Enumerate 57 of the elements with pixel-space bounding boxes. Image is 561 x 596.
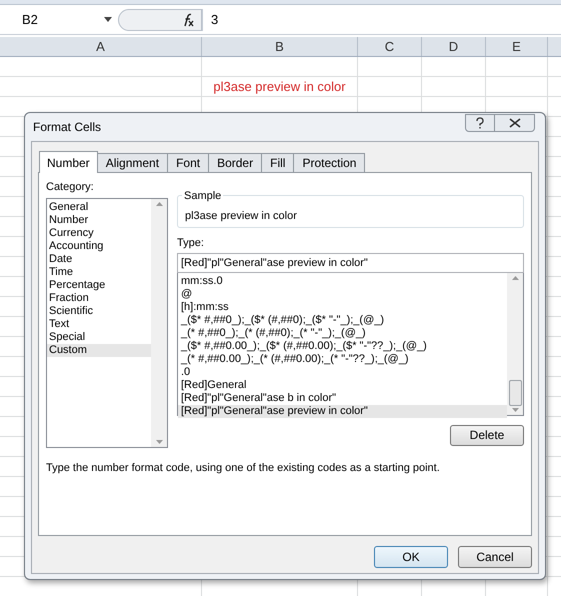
scroll-bar[interactable] [507,272,523,414]
dialog-title: Format Cells [33,119,102,136]
category-item[interactable]: Currency [47,226,151,240]
help-button[interactable] [465,114,495,132]
column-header[interactable]: D [422,37,486,56]
sample-label: Sample [182,188,224,204]
category-item[interactable]: Time [47,266,151,278]
category-item[interactable]: Number [47,214,151,226]
format-item[interactable]: [h]:mm:ss [178,300,507,314]
tab[interactable]: Alignment [96,153,168,172]
format-item[interactable]: mm:ss.0 [178,274,507,288]
name-box[interactable]: B2 [0,8,118,30]
format-item[interactable]: _(* #,##0.00_);_(* (#,##0.00);_(* "-"??_);_(@_) [178,352,507,366]
description-text: Type the number format code, using one of the existing codes as a starting point. [46,460,441,476]
type-field[interactable]: [Red]"pl"General"ase preview in color" [177,252,524,272]
format-item[interactable]: [Red]General [178,378,507,392]
ok-button[interactable]: OK [374,546,448,568]
close-icon[interactable] [508,118,520,128]
tab[interactable]: Protection [293,153,366,172]
category-list[interactable]: General Number Currency Accounting Date Time Percentage Fraction Scientific Text Special Custom [46,198,168,448]
formula-field[interactable]: 3 [202,8,561,30]
delete-button[interactable]: Delete [450,424,524,446]
category-item[interactable]: Date [47,252,151,266]
cancel-button[interactable]: Cancel [458,546,532,568]
category-item[interactable]: Special [47,330,151,344]
format-item[interactable]: [Red]"pl"General"ase preview in color" [178,404,507,418]
tab[interactable]: Font [167,153,210,172]
format-list[interactable] [177,272,524,416]
tab[interactable]: Border [208,153,262,172]
column-header[interactable]: C [358,37,422,56]
category-item[interactable]: Accounting [47,240,151,252]
format-item[interactable]: .0 [178,366,507,378]
close-button[interactable] [495,114,535,132]
scroll-bar[interactable] [151,198,167,446]
category-label: Category: [46,180,95,195]
category-item[interactable]: Fraction [47,292,151,304]
sample-text: pl3ase preview in color [185,209,298,224]
category-item[interactable]: Scientific [47,304,151,318]
category-item[interactable]: Custom [47,344,151,356]
format-item[interactable]: [Red]"pl"General"ase b in color" [178,392,507,404]
tab[interactable]: Fill [261,153,294,172]
category-item[interactable]: Percentage [47,278,151,292]
dropdown-caret-icon[interactable] [104,17,112,22]
column-header[interactable]: E [486,37,548,56]
format-item[interactable]: @ [178,288,507,300]
category-item[interactable]: General [47,200,151,214]
format-item[interactable]: _(* #,##0_);_(* (#,##0);_(* "-"_);_(@_) [178,326,507,340]
column-header[interactable]: A [0,37,202,56]
cell-text: pl3ase preview in color [202,77,358,96]
format-item[interactable]: _($* #,##0_);_($* (#,##0);_($* "-"_);_(@_) [178,314,507,326]
format-item[interactable]: _($* #,##0.00_);_($* (#,##0.00);_($* "-"??_);_(@_) [178,340,507,352]
name-box-text: B2 [22,10,38,29]
type-label: Type: [177,236,205,251]
category-item[interactable]: Text [47,318,151,330]
help-icon[interactable] [475,117,485,129]
tab[interactable]: Number [39,151,98,173]
column-header[interactable]: B [202,37,358,56]
